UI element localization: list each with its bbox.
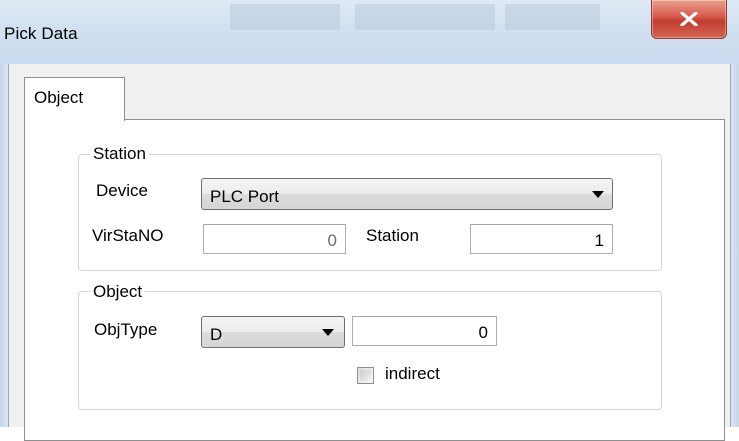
title-bar-reflection bbox=[230, 4, 340, 30]
tab-object-label: Object bbox=[34, 88, 84, 107]
window-frame-left bbox=[0, 64, 8, 427]
device-label: Device bbox=[96, 181, 148, 200]
close-button[interactable] bbox=[651, 0, 727, 39]
virstano-field[interactable] bbox=[203, 224, 346, 254]
chevron-down-icon bbox=[592, 191, 604, 198]
objtype-dropdown[interactable]: D bbox=[201, 316, 345, 348]
virstano-label: VirStaNO bbox=[92, 226, 164, 245]
object-address-field[interactable] bbox=[352, 316, 497, 346]
tab-object[interactable]: Object bbox=[24, 77, 125, 121]
title-bar: Pick Data bbox=[0, 0, 739, 65]
object-group-caption: Object bbox=[90, 282, 146, 302]
chevron-down-icon bbox=[322, 329, 334, 336]
indirect-checkbox[interactable] bbox=[357, 367, 374, 384]
device-dropdown-value: PLC Port bbox=[210, 187, 279, 206]
device-dropdown[interactable]: PLC Port bbox=[201, 178, 613, 210]
title-bar-reflection bbox=[355, 4, 495, 30]
title-bar-reflection bbox=[505, 4, 600, 30]
station-label: Station bbox=[366, 226, 419, 245]
station-group-caption: Station bbox=[90, 144, 149, 164]
station-field[interactable] bbox=[470, 224, 613, 254]
objtype-label: ObjType bbox=[94, 320, 158, 339]
close-x-icon bbox=[680, 12, 698, 26]
objtype-dropdown-value: D bbox=[210, 325, 223, 344]
window-title: Pick Data bbox=[4, 24, 78, 43]
object-group bbox=[78, 291, 662, 410]
indirect-label: indirect bbox=[385, 364, 440, 383]
